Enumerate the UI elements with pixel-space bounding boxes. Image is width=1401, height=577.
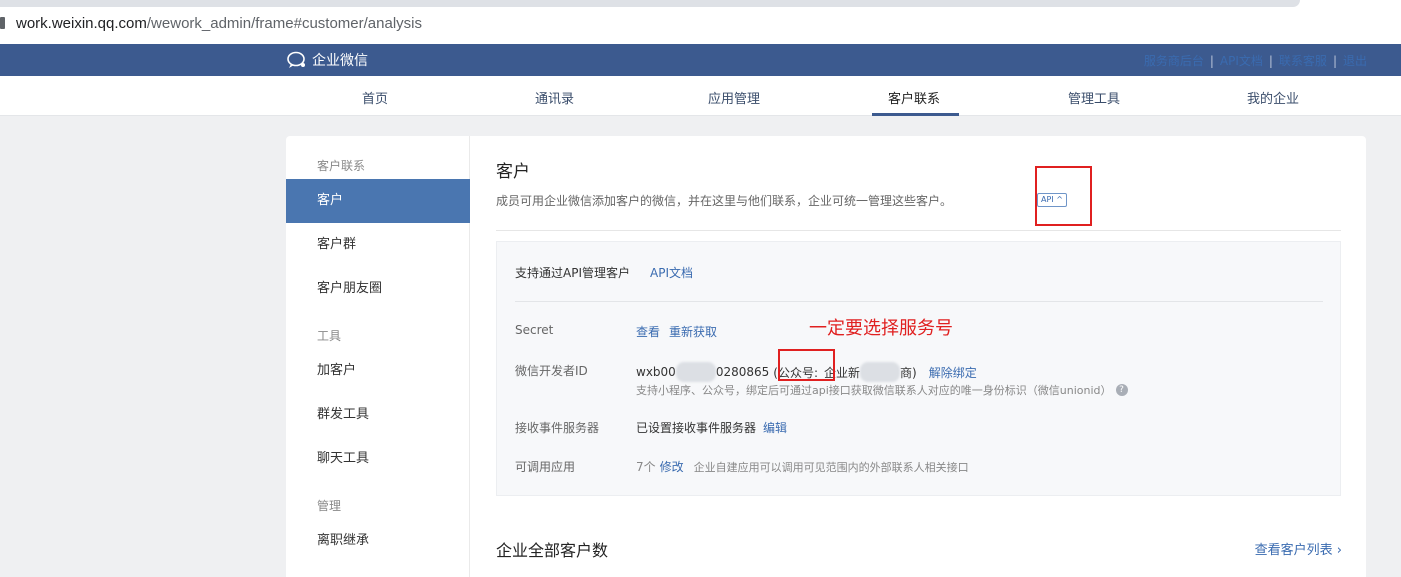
sidebar-group-tools: 工具 xyxy=(317,329,342,343)
page-title: 客户 xyxy=(496,162,530,182)
dev-id-suffix: 0280865 xyxy=(715,365,770,379)
top-header: 企业微信 服务商后台 | API文档 | 联系客服 | 退出 xyxy=(0,44,1401,76)
api-docs-link[interactable]: API文档 xyxy=(1220,52,1263,69)
contact-support-link[interactable]: 联系客服 xyxy=(1279,52,1327,69)
sidebar-item-chat-tools[interactable]: 聊天工具 xyxy=(286,437,470,481)
apps-hint: 企业自建应用可以调用可见范围内的外部联系人相关接口 xyxy=(693,460,969,474)
total-customers-title: 企业全部客户数 xyxy=(496,541,609,560)
redacted-blur xyxy=(675,362,716,382)
nav-customer-contact[interactable]: 客户联系 xyxy=(888,88,940,107)
secret-refresh-link[interactable]: 重新获取 xyxy=(669,323,717,340)
url-path: /wework_admin/frame#customer/analysis xyxy=(146,15,422,32)
unbind-link[interactable]: 解除绑定 xyxy=(929,364,977,381)
sidebar-item-customer-groups[interactable]: 客户群 xyxy=(286,223,470,267)
nav-management-tools[interactable]: 管理工具 xyxy=(1068,88,1120,107)
sidebar-item-add-customer[interactable]: 加客户 xyxy=(286,349,470,393)
sidebar-item-moments[interactable]: 客户朋友圈 xyxy=(286,267,470,311)
sidebar-item-customers[interactable]: 客户 xyxy=(286,179,470,223)
sidebar-item-resigned-inheritance[interactable]: 离职继承 xyxy=(286,519,470,563)
page-description: 成员可用企业微信添加客户的微信，并在这里与他们联系，企业可统一管理这些客户。 xyxy=(496,194,953,208)
annotation-box-account-type xyxy=(778,349,835,381)
dev-id-prefix: wxb00 xyxy=(636,365,676,379)
logout-link[interactable]: 退出 xyxy=(1343,52,1367,69)
separator: | xyxy=(1209,53,1214,68)
url-host: work.weixin.qq.com xyxy=(16,15,147,32)
browser-tab-strip xyxy=(0,0,1300,7)
service-provider-link[interactable]: 服务商后台 xyxy=(1144,52,1204,69)
content-area: 客户 成员可用企业微信添加客户的微信，并在这里与他们联系，企业可统一管理这些客户… xyxy=(470,136,1366,577)
help-icon[interactable]: ? xyxy=(1115,384,1128,396)
view-customer-list-link[interactable]: 查看客户列表 › xyxy=(1255,539,1342,558)
separator: | xyxy=(1268,53,1273,68)
url-field[interactable]: work.weixin.qq.com/wework_admin/frame#cu… xyxy=(16,15,422,32)
dev-id-hint-text: 支持小程序、公众号，绑定后可通过api接口获取微信联系人对应的唯一身份标识（微信… xyxy=(636,384,1112,397)
event-server-edit-link[interactable]: 编辑 xyxy=(763,419,787,436)
dev-id-hint: 支持小程序、公众号，绑定后可通过api接口获取微信联系人对应的唯一身份标识（微信… xyxy=(636,382,1128,398)
api-docs-link[interactable]: API文档 xyxy=(650,264,693,281)
annotation-text: 一定要选择服务号 xyxy=(809,318,953,339)
apps-value: 7个 修改 企业自建应用可以调用可见范围内的外部联系人相关接口 xyxy=(636,458,969,475)
divider xyxy=(496,230,1341,231)
event-server-value: 已设置接收事件服务器 编辑 xyxy=(636,419,787,436)
main-card: 客户联系 客户 客户群 客户朋友圈 工具 加客户 群发工具 聊天工具 管理 离职… xyxy=(286,136,1366,577)
secret-view-link[interactable]: 查看 xyxy=(636,323,660,340)
browser-address-bar: work.weixin.qq.com/wework_admin/frame#cu… xyxy=(0,0,1401,44)
apps-count: 7个 xyxy=(636,460,656,474)
nav-app-management[interactable]: 应用管理 xyxy=(708,88,760,107)
redacted-blur xyxy=(860,362,901,382)
annotation-box-api xyxy=(1035,166,1092,226)
event-server-label: 接收事件服务器 xyxy=(515,421,600,435)
apps-label: 可调用应用 xyxy=(515,460,576,474)
apps-edit-link[interactable]: 修改 xyxy=(660,458,684,475)
secret-actions: 查看 重新获取 xyxy=(636,323,717,340)
nav-home[interactable]: 首页 xyxy=(362,88,388,107)
separator: | xyxy=(1332,53,1337,68)
api-settings-panel: 支持通过API管理客户 API文档 Secret 查看 重新获取 微信开发者ID… xyxy=(496,241,1341,496)
event-server-status: 已设置接收事件服务器 xyxy=(636,421,757,435)
sidebar-group-management: 管理 xyxy=(317,499,342,513)
dev-id-label: 微信开发者ID xyxy=(515,364,588,378)
header-links: 服务商后台 | API文档 | 联系客服 | 退出 xyxy=(1144,52,1367,69)
main-nav: 首页 通讯录 应用管理 客户联系 管理工具 我的企业 xyxy=(0,76,1401,116)
sidebar: 客户联系 客户 客户群 客户朋友圈 工具 加客户 群发工具 聊天工具 管理 离职… xyxy=(286,136,470,577)
wework-logo-icon xyxy=(286,51,308,69)
nav-contacts[interactable]: 通讯录 xyxy=(535,88,574,107)
lock-icon xyxy=(0,17,5,29)
logo[interactable]: 企业微信 xyxy=(286,50,368,70)
nav-active-underline xyxy=(872,113,959,116)
nav-my-enterprise[interactable]: 我的企业 xyxy=(1247,88,1299,107)
sidebar-item-broadcast[interactable]: 群发工具 xyxy=(286,393,470,437)
divider xyxy=(515,301,1323,302)
secret-label: Secret xyxy=(515,323,554,337)
logo-text: 企业微信 xyxy=(312,53,368,69)
sidebar-group-customer-contact: 客户联系 xyxy=(317,159,366,173)
api-panel-title: 支持通过API管理客户 xyxy=(515,266,630,280)
account-name-suffix: 商) xyxy=(900,365,917,380)
